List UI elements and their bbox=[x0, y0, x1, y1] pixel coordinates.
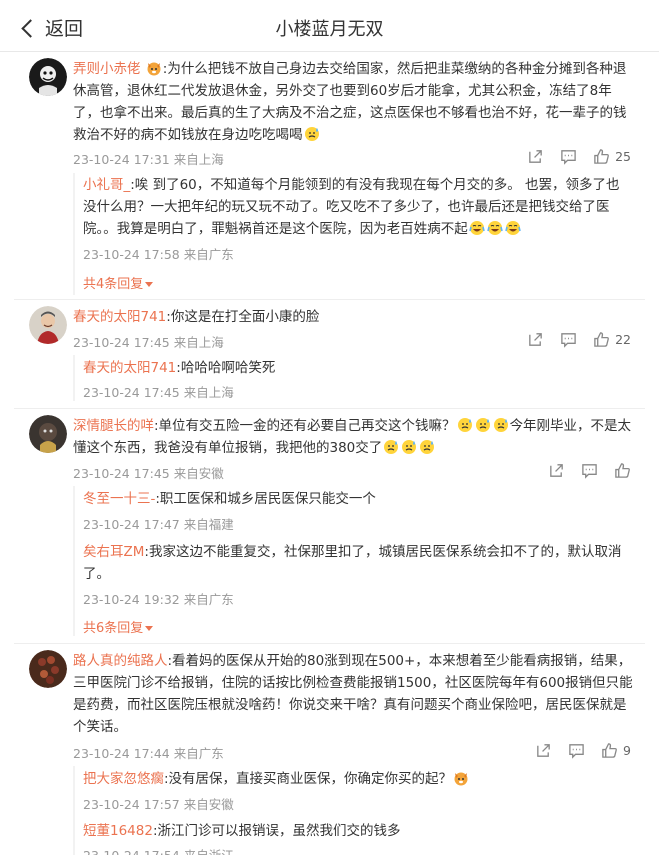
share-button[interactable] bbox=[527, 148, 544, 165]
like-icon bbox=[593, 148, 610, 165]
comment-icon bbox=[560, 331, 577, 348]
top-bar: 返回 小楼蓝月无双 bbox=[0, 0, 659, 52]
comment-icon bbox=[560, 148, 577, 165]
comment-meta: 23-10-24 17:45 来自安徽 bbox=[73, 466, 224, 481]
sweating-emoji bbox=[401, 439, 417, 455]
fox-emoji bbox=[146, 60, 162, 76]
reply-meta: 23-10-24 17:47 来自福建 bbox=[83, 517, 234, 532]
comment-actions bbox=[532, 462, 631, 479]
separator bbox=[14, 299, 645, 300]
reply-meta: 23-10-24 17:54 来自浙江 bbox=[83, 845, 234, 855]
laughing-tears-emoji bbox=[468, 220, 485, 236]
share-icon bbox=[535, 742, 552, 759]
page-title: 小楼蓝月无双 bbox=[275, 19, 384, 40]
expand-triangle-icon bbox=[145, 626, 154, 631]
separator bbox=[14, 408, 645, 409]
sweating-emoji bbox=[493, 417, 509, 433]
separator bbox=[14, 643, 645, 644]
comment-meta: 23-10-24 17:45 来自上海 bbox=[73, 335, 224, 350]
reply-username[interactable]: 短董16482 bbox=[83, 823, 153, 839]
reply-meta: 23-10-24 17:45 来自上海 bbox=[83, 385, 234, 400]
comment-text: 春天的太阳741:你这是在打全面小康的脸 bbox=[73, 306, 633, 328]
comment-text: 路人真的纯路人:看着妈的医保从开始的80涨到现在500+，本来想着至少能看病报销… bbox=[73, 650, 633, 738]
share-icon bbox=[548, 462, 565, 479]
reply-body: :职工医保和城乡居民医保只能交一个 bbox=[155, 491, 376, 507]
expand-triangle-icon bbox=[145, 282, 154, 287]
like-count: 22 bbox=[615, 332, 631, 347]
share-button[interactable] bbox=[527, 331, 544, 348]
comment-meta: 23-10-24 17:44 来自广东 bbox=[73, 746, 224, 761]
more-replies-link[interactable]: 共6条回复 bbox=[83, 617, 154, 636]
laughing-tears-emoji bbox=[486, 220, 503, 236]
reply-text: 矣右耳ZM:我家这边不能重复交，社保那里扣了，城镇居民医保系统会扣不了的，默认取… bbox=[83, 541, 633, 585]
reply-text: 春天的太阳741:哈哈哈啊哈笑死 bbox=[83, 357, 633, 379]
reply-button[interactable] bbox=[560, 331, 577, 348]
reply-button[interactable] bbox=[581, 462, 598, 479]
sweating-emoji bbox=[304, 126, 320, 142]
comment-text: 深情腿长的咩:单位有交五险一金的还有必要自己再交这个钱嘛？ 今年刚毕业，不是太懂这… bbox=[73, 415, 633, 459]
reply-username[interactable]: 把大家忽悠瘸 bbox=[83, 771, 164, 787]
reply-username[interactable]: 冬至一十三- bbox=[83, 491, 155, 507]
reply-text: 冬至一十三-:职工医保和城乡居民医保只能交一个 bbox=[83, 488, 633, 510]
comment-actions: 22 bbox=[511, 331, 631, 348]
comment-username[interactable]: 深情腿长的咩 bbox=[73, 418, 154, 434]
comment-username[interactable]: 路人真的纯路人 bbox=[73, 653, 168, 669]
like-button[interactable]: 9 bbox=[601, 742, 631, 759]
reply-meta: 23-10-24 17:58 来自广东 bbox=[83, 247, 234, 262]
share-button[interactable] bbox=[535, 742, 552, 759]
reply-button[interactable] bbox=[568, 742, 585, 759]
share-icon bbox=[527, 148, 544, 165]
share-icon bbox=[527, 331, 544, 348]
share-button[interactable] bbox=[548, 462, 565, 479]
like-icon bbox=[614, 462, 631, 479]
reply-username[interactable]: 春天的太阳741 bbox=[83, 360, 176, 376]
avatar[interactable] bbox=[29, 58, 67, 96]
comment-actions: 25 bbox=[511, 148, 631, 165]
comment-icon bbox=[568, 742, 585, 759]
like-count: 9 bbox=[623, 743, 631, 758]
reply-meta: 23-10-24 19:32 来自广东 bbox=[83, 592, 234, 607]
comment-body: :你这是在打全面小康的脸 bbox=[166, 309, 320, 325]
reply-text: 短董16482:浙江门诊可以报销误，虽然我们交的钱多 bbox=[83, 820, 633, 842]
comment-username[interactable]: 弄则小赤佬 bbox=[73, 61, 141, 77]
like-icon bbox=[601, 742, 618, 759]
like-count: 25 bbox=[615, 149, 631, 164]
comment-username[interactable]: 春天的太阳741 bbox=[73, 309, 166, 325]
comment-body: :单位有交五险一金的还有必要自己再交这个钱嘛？ bbox=[154, 418, 456, 434]
reply-username[interactable]: 矣右耳ZM bbox=[83, 544, 144, 560]
sweating-emoji bbox=[419, 439, 435, 455]
reply-body: :唉 到了60，不知道每个月能领到的有没有我现在每个月交的多。 也罢，领多了也没… bbox=[83, 177, 620, 237]
reply-body: :浙江门诊可以报销误，虽然我们交的钱多 bbox=[152, 823, 401, 839]
reply-body: :我家这边不能重复交，社保那里扣了，城镇居民医保系统会扣不了的，默认取消了。 bbox=[83, 544, 622, 582]
reply-body: :没有居保，直接买商业医保，你确定你买的起？ bbox=[164, 771, 453, 787]
reply-meta: 23-10-24 17:57 来自安徽 bbox=[83, 797, 234, 812]
like-icon bbox=[593, 331, 610, 348]
laughing-tears-emoji bbox=[504, 220, 521, 236]
reply-text: 小礼哥_:唉 到了60，不知道每个月能领到的有没有我现在每个月交的多。 也罢，领… bbox=[83, 174, 633, 240]
sweating-emoji bbox=[383, 439, 399, 455]
like-button[interactable]: 25 bbox=[593, 148, 631, 165]
fox-emoji bbox=[453, 770, 469, 786]
comment-actions: 9 bbox=[519, 742, 631, 759]
comment-text: 弄则小赤佬 :为什么把钱不放自己身边去交给国家，然后把韭菜缴纳的各种金分摊到各种… bbox=[73, 58, 633, 146]
reply-button[interactable] bbox=[560, 148, 577, 165]
more-replies-link[interactable]: 共4条回复 bbox=[83, 273, 154, 292]
avatar[interactable] bbox=[29, 650, 67, 688]
comment-icon bbox=[581, 462, 598, 479]
sweating-emoji bbox=[475, 417, 491, 433]
sweating-emoji bbox=[457, 417, 473, 433]
avatar[interactable] bbox=[29, 415, 67, 453]
reply-body: :哈哈哈啊哈笑死 bbox=[176, 360, 276, 376]
like-button[interactable] bbox=[614, 462, 631, 479]
comment-meta: 23-10-24 17:31 来自上海 bbox=[73, 152, 224, 167]
like-button[interactable]: 22 bbox=[593, 331, 631, 348]
reply-username[interactable]: 小礼哥_ bbox=[83, 177, 130, 193]
reply-text: 把大家忽悠瘸:没有居保，直接买商业医保，你确定你买的起？ bbox=[83, 768, 633, 790]
avatar[interactable] bbox=[29, 306, 67, 344]
